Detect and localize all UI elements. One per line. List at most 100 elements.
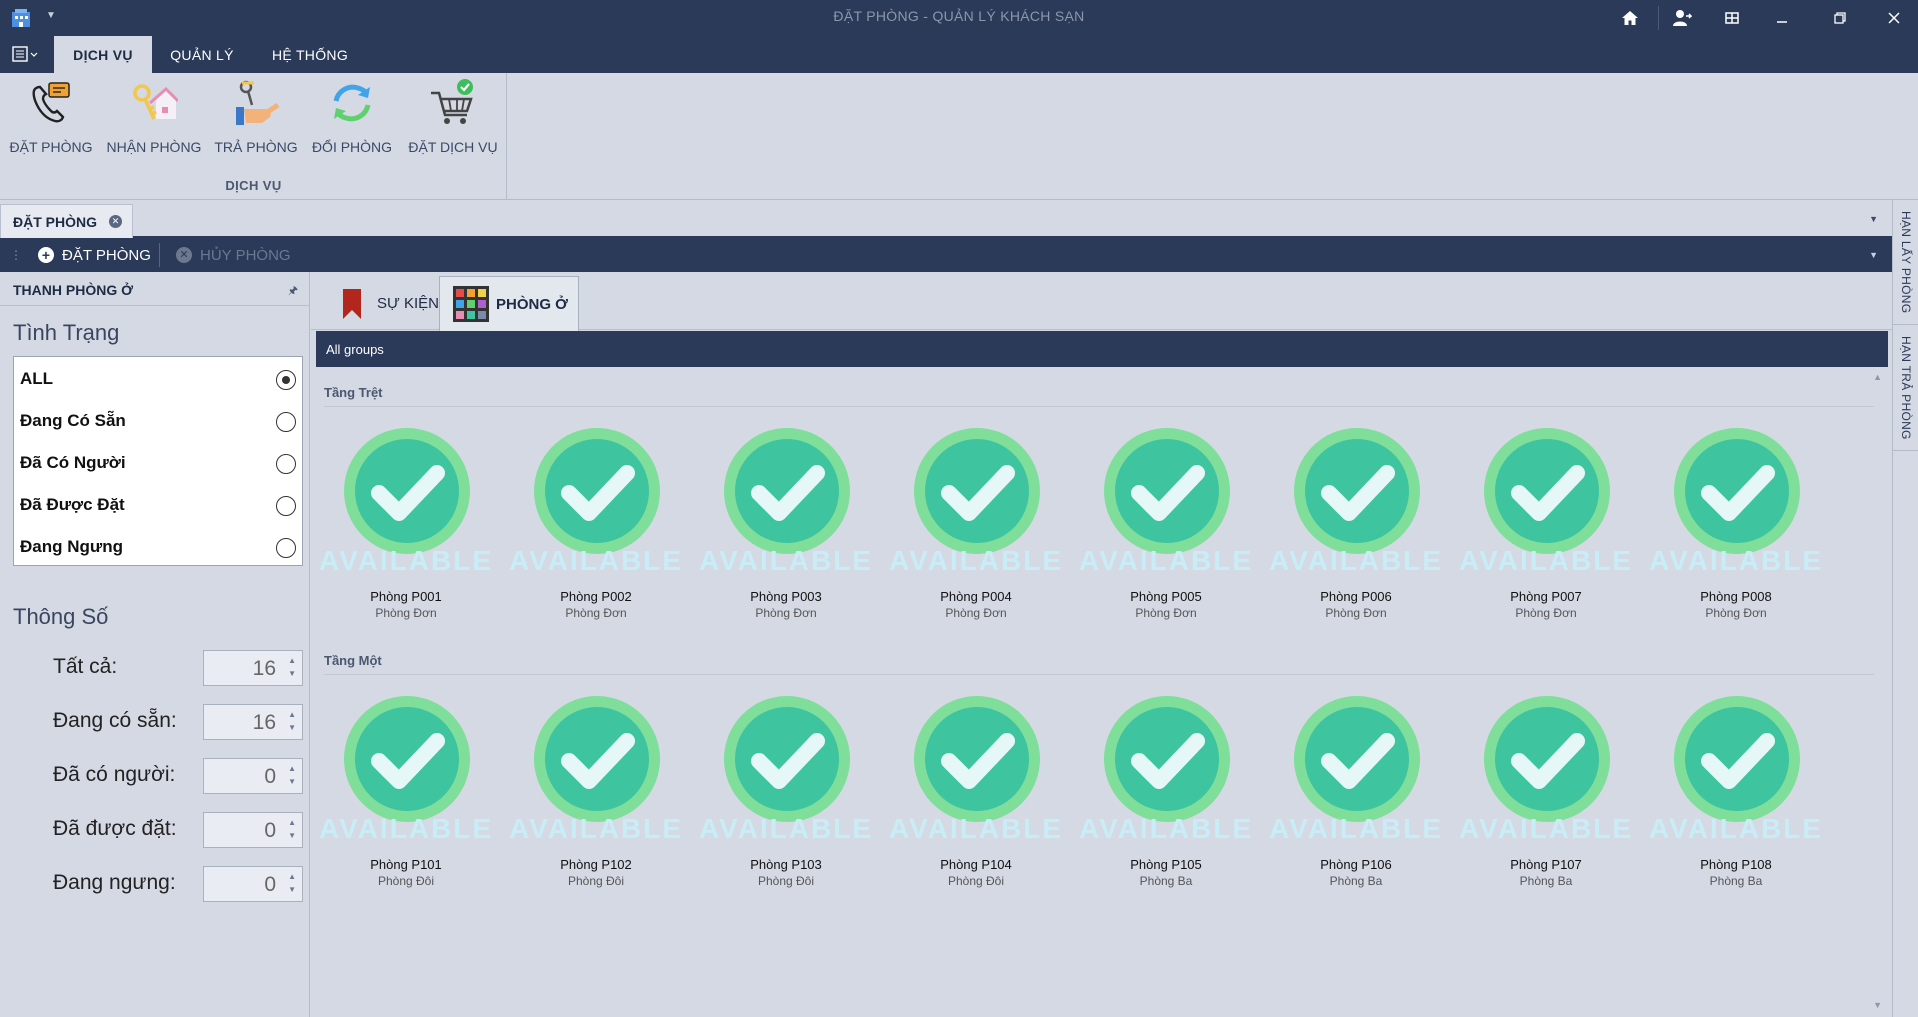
stats-section-title: Thông Số (13, 604, 109, 629)
room-tile[interactable]: AVAILABLE Phòng P002 Phòng Đơn (501, 427, 681, 627)
tab-phong-o[interactable]: PHÒNG Ở (439, 276, 579, 331)
room-type: Phòng Đơn (945, 606, 1007, 620)
room-tile[interactable]: AVAILABLE Phòng P005 Phòng Đơn (1071, 427, 1251, 627)
toolbar-grip-icon[interactable]: ⋮ (10, 248, 22, 262)
app-menu-button[interactable] (12, 45, 40, 65)
book-room-label: ĐẶT PHÒNG (62, 246, 151, 264)
room-tile[interactable]: AVAILABLE Phòng P008 Phòng Đơn (1641, 427, 1821, 627)
status-option-available[interactable]: Đang Có Sẵn (20, 406, 296, 436)
view-tab-bar: SỰ KIỆN PHÒNG Ở (311, 272, 1892, 331)
radio-icon[interactable] (276, 496, 296, 516)
radio-selected-icon[interactable] (276, 370, 296, 390)
spinner-arrows-icon[interactable]: ▲ ▼ (288, 870, 296, 896)
minimize-button[interactable] (1760, 0, 1804, 36)
room-tile[interactable]: AVAILABLE Phòng P103 Phòng Đôi (691, 695, 871, 895)
stat-spinner[interactable]: 16 ▲ ▼ (203, 650, 303, 686)
room-tile[interactable]: AVAILABLE Phòng P006 Phòng Đơn (1261, 427, 1441, 627)
ribbon-dat-phong-button[interactable]: ĐẶT PHÒNG (8, 79, 94, 169)
room-tile[interactable]: AVAILABLE Phòng P003 Phòng Đơn (691, 427, 871, 627)
user-switch-button[interactable] (1660, 0, 1704, 36)
status-option-booked[interactable]: Đã Được Đặt (20, 490, 296, 520)
room-type: Phòng Đơn (375, 606, 437, 620)
stat-label: Đang có sẵn: (53, 709, 177, 732)
room-name: Phòng P101 (370, 857, 442, 872)
radio-icon[interactable] (276, 412, 296, 432)
room-tile[interactable]: AVAILABLE Phòng P102 Phòng Đôi (501, 695, 681, 895)
room-name: Phòng P102 (560, 857, 632, 872)
room-status-label: AVAILABLE (1078, 813, 1254, 844)
status-option-all[interactable]: ALL (20, 364, 296, 394)
document-tab-dat-phong[interactable]: ĐẶT PHÒNG ✕ (0, 204, 133, 238)
ribbon-nhan-phong-button[interactable]: NHẬN PHÒNG (104, 79, 204, 169)
dock-tab-han-tra-phong[interactable]: HẠN TRẢ PHÒNG (1893, 326, 1918, 451)
room-status-label: AVAILABLE (698, 813, 874, 844)
available-check-icon (724, 696, 850, 822)
available-check-icon (1674, 696, 1800, 822)
stat-spinner[interactable]: 0 ▲ ▼ (203, 812, 303, 848)
status-option-occupied[interactable]: Đã Có Người (20, 448, 296, 478)
room-tile[interactable]: AVAILABLE Phòng P001 Phòng Đơn (311, 427, 491, 627)
available-check-icon (914, 428, 1040, 554)
room-view-area: SỰ KIỆN PHÒNG Ở All groups ▲ ▼ Tầng Trệt… (311, 272, 1892, 1017)
home-button[interactable] (1608, 0, 1652, 36)
room-tile[interactable]: AVAILABLE Phòng P107 Phòng Ba (1451, 695, 1631, 895)
spinner-arrows-icon[interactable]: ▲ ▼ (288, 762, 296, 788)
ribbon-dat-dich-vu-button[interactable]: ĐẶT DỊCH VỤ (404, 79, 502, 169)
status-option-suspended[interactable]: Đang Ngưng (20, 532, 296, 562)
radio-icon[interactable] (276, 538, 296, 558)
ribbon-nhan-phong-label: NHẬN PHÒNG (106, 139, 202, 155)
tab-list-dropdown-icon[interactable]: ▼ (1869, 214, 1878, 224)
toolbar-separator (159, 243, 160, 267)
floor-divider (324, 674, 1874, 675)
close-tab-icon[interactable]: ✕ (109, 215, 122, 228)
dock-tab-han-lay-phong[interactable]: HẠN LẤY PHÒNG (1893, 200, 1918, 325)
stat-label: Tất cả: (53, 655, 118, 678)
stat-spinner[interactable]: 0 ▲ ▼ (203, 758, 303, 794)
stat-label: Đã có người: (53, 763, 176, 786)
ribbon-tra-phong-button[interactable]: TRẢ PHÒNG (210, 79, 302, 169)
room-type: Phòng Đơn (565, 606, 627, 620)
room-type: Phòng Ba (1139, 874, 1193, 888)
scroll-down-icon[interactable]: ▼ (1873, 1000, 1882, 1010)
status-radio-group: ALL Đang Có Sẵn Đã Có Người Đã Được Đặt … (13, 356, 303, 566)
room-tile[interactable]: AVAILABLE Phòng P007 Phòng Đơn (1451, 427, 1631, 627)
close-button[interactable] (1872, 0, 1916, 36)
stat-spinner[interactable]: 0 ▲ ▼ (203, 866, 303, 902)
ribbon-dat-phong-label: ĐẶT PHÒNG (9, 139, 93, 155)
stat-spinner[interactable]: 16 ▲ ▼ (203, 704, 303, 740)
room-tile[interactable]: AVAILABLE Phòng P108 Phòng Ba (1641, 695, 1821, 895)
spinner-arrows-icon[interactable]: ▲ ▼ (288, 654, 296, 680)
spinner-arrows-icon[interactable]: ▲ ▼ (288, 816, 296, 842)
tab-su-kien[interactable]: SỰ KIỆN (319, 276, 439, 331)
title-bar: ▼ ĐẶT PHÒNG - QUẢN LÝ KHÁCH SẠN (0, 0, 1918, 36)
room-type: Phòng Đơn (755, 606, 817, 620)
room-tile[interactable]: AVAILABLE Phòng P106 Phòng Ba (1261, 695, 1441, 895)
room-status-label: AVAILABLE (318, 545, 494, 576)
book-room-button[interactable]: + ĐẶT PHÒNG (38, 238, 151, 272)
toolbar-dropdown-icon[interactable]: ▼ (1869, 250, 1878, 260)
tab-quan-ly[interactable]: QUẢN LÝ (158, 36, 246, 73)
room-tile[interactable]: AVAILABLE Phòng P101 Phòng Đôi (311, 695, 491, 895)
room-name: Phòng P008 (1700, 589, 1772, 604)
group-header-bar: All groups (316, 331, 1888, 367)
cancel-room-button[interactable]: ✕ HỦY PHÒNG (176, 238, 291, 272)
home-icon (1622, 11, 1638, 25)
room-tile[interactable]: AVAILABLE Phòng P105 Phòng Ba (1071, 695, 1251, 895)
spinner-arrows-icon[interactable]: ▲ ▼ (288, 708, 296, 734)
room-status-label: AVAILABLE (1458, 813, 1634, 844)
radio-icon[interactable] (276, 454, 296, 474)
available-check-icon (1674, 428, 1800, 554)
room-type: Phòng Ba (1709, 874, 1763, 888)
ribbon-doi-phong-button[interactable]: ĐỔI PHÒNG (308, 79, 396, 169)
pin-icon[interactable]: 🖈 (288, 282, 298, 301)
restore-button[interactable] (1818, 0, 1862, 36)
room-status-label: AVAILABLE (888, 545, 1064, 576)
scroll-up-icon[interactable]: ▲ (1873, 372, 1882, 382)
tile-button[interactable] (1710, 0, 1754, 36)
room-tile[interactable]: AVAILABLE Phòng P004 Phòng Đơn (881, 427, 1061, 627)
room-name: Phòng P002 (560, 589, 632, 604)
tab-he-thong[interactable]: HỆ THỐNG (258, 36, 362, 73)
room-tile[interactable]: AVAILABLE Phòng P104 Phòng Đôi (881, 695, 1061, 895)
tab-dich-vu[interactable]: DỊCH VỤ (54, 36, 152, 73)
status-section-title: Tình Trạng (13, 320, 120, 345)
